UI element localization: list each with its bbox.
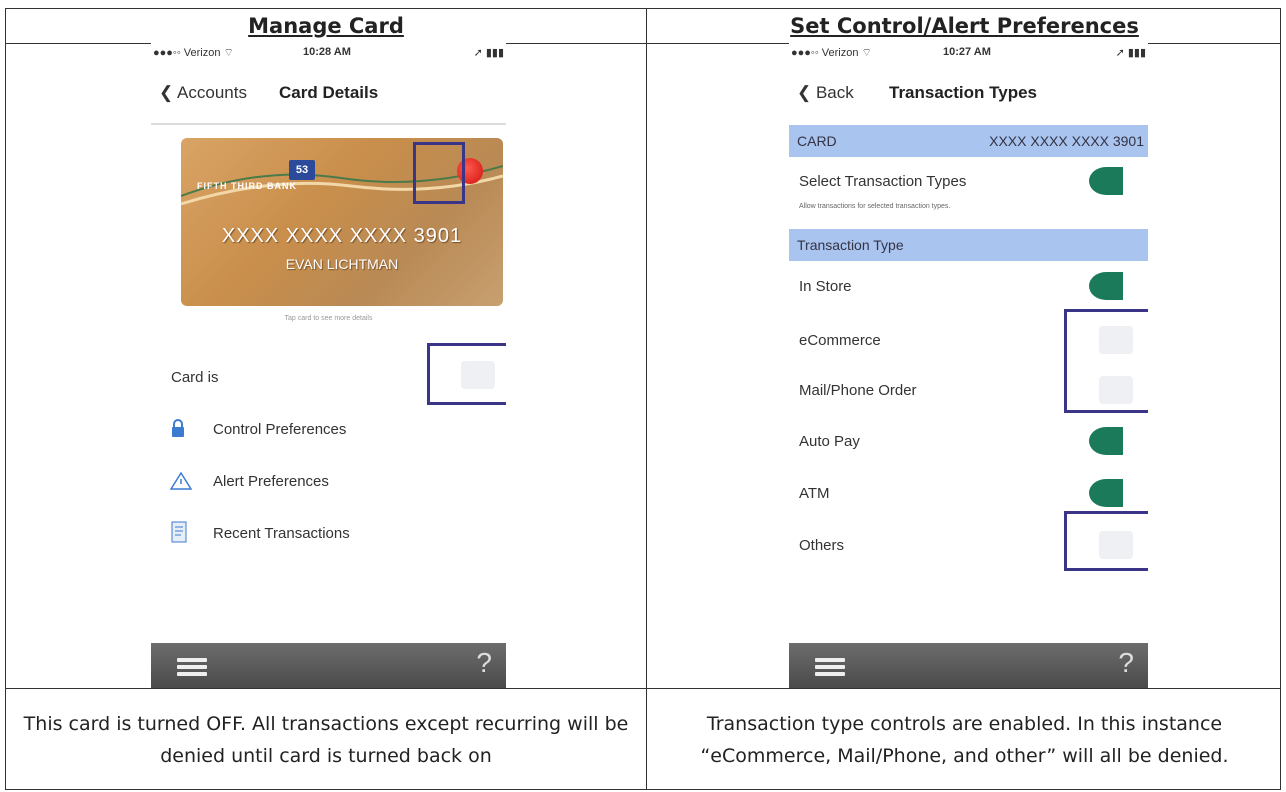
hamburger-menu-icon[interactable] [815,658,845,676]
atm-toggle[interactable] [1089,479,1123,507]
highlight-box [1064,309,1148,413]
page-title: Card Details [279,83,379,102]
left-header: Manage Card [248,14,404,38]
right-header: Set Control/Alert Preferences [790,14,1139,38]
select-transaction-types-label: Select Transaction Types [799,173,967,190]
in-store-toggle[interactable] [1089,272,1123,300]
nav-bar: ❮ Accounts Card Details [151,61,506,125]
page-title: Transaction Types [889,83,1038,102]
lock-icon [172,419,184,437]
select-subtitle: Allow transactions for selected transact… [799,203,951,210]
card-status-label: Card is [171,369,219,386]
hamburger-menu-icon[interactable] [177,658,207,676]
section-header: Transaction Type [789,229,1148,261]
nav-bar: ❮ Back Transaction Types [789,61,1148,125]
warning-icon [169,471,193,490]
card-number: XXXX XXXX XXXX 3901 [221,225,463,247]
highlight-box [427,343,506,405]
column-divider [646,9,647,789]
select-transaction-types-toggle[interactable] [1089,167,1123,195]
highlight-box [1064,511,1148,571]
cardholder-name: EVAN LICHTMAN [285,256,399,272]
comparison-table: Manage Card Set Control/Alert Preference… [5,8,1281,790]
bank-name: FIFTH THIRD BANK [197,181,297,191]
card-row: CARD XXXX XXXX XXXX 3901 [789,125,1148,157]
auto-pay-toggle[interactable] [1089,427,1123,455]
card-hint: Tap card to see more details [284,315,373,322]
status-bar: ●●●◦◦ Verizon ⌔ 10:27 AM ➚ ▮▮▮ [791,46,1146,59]
list-icon [171,521,187,543]
back-button[interactable]: ❮ Accounts [159,83,247,103]
help-icon[interactable]: ? [476,647,492,679]
right-caption: Transaction type controls are enabled. I… [700,713,1229,767]
status-bar: ●●●◦◦ Verizon ⌔ 10:28 AM ➚ ▮▮▮ [153,46,504,59]
bank-logo: 53 [289,160,315,180]
help-icon[interactable]: ? [1118,647,1134,679]
highlight-box [413,142,465,204]
transaction-types-screen: ●●●◦◦ Verizon ⌔ 10:27 AM ➚ ▮▮▮ ❮ Back Tr… [789,43,1148,688]
back-button[interactable]: ❮ Back [797,83,854,103]
left-caption: This card is turned OFF. All transaction… [23,713,629,767]
bottom-toolbar: ? [151,643,506,688]
bottom-toolbar: ? [789,643,1148,688]
card-details-screen: ●●●◦◦ Verizon ⌔ 10:28 AM ➚ ▮▮▮ ❮ Account… [151,43,506,688]
